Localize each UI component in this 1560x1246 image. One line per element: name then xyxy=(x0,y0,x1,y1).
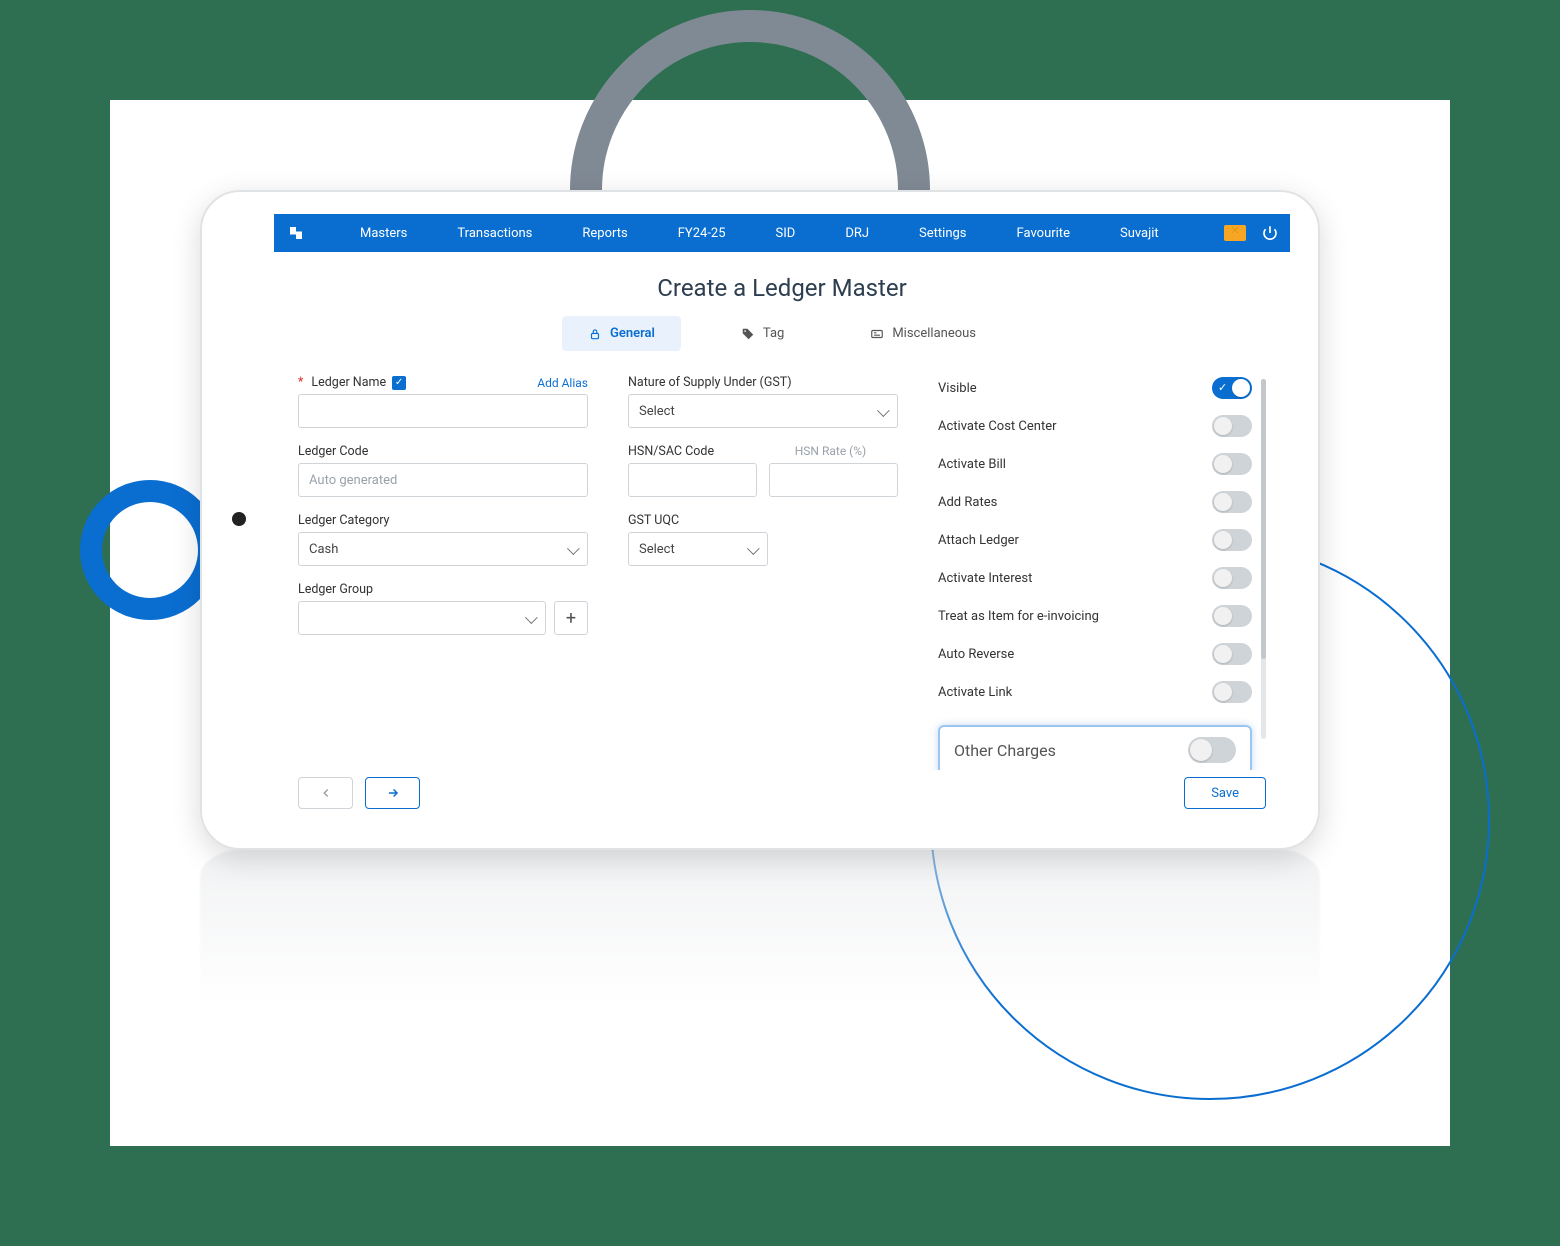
toggle-switch[interactable] xyxy=(1212,681,1252,703)
nav-drj[interactable]: DRJ xyxy=(823,226,891,241)
lock-icon xyxy=(588,327,602,341)
toggle-label: Treat as Item for e-invoicing xyxy=(938,609,1099,624)
hsn-rate-label: HSN Rate (%) xyxy=(763,444,898,459)
gst-uqc-label: GST UQC xyxy=(628,513,679,528)
tab-bar: General Tag Miscellaneous xyxy=(274,316,1290,351)
toggle-switch[interactable] xyxy=(1212,529,1252,551)
nav-transactions[interactable]: Transactions xyxy=(435,226,554,241)
power-icon[interactable] xyxy=(1260,223,1280,243)
prev-page-button[interactable] xyxy=(298,777,353,809)
nature-supply-label: Nature of Supply Under (GST) xyxy=(628,375,792,390)
card-icon xyxy=(870,327,884,341)
toggle-row-attach-ledger: Attach Ledger xyxy=(938,529,1252,551)
add-alias-link[interactable]: Add Alias xyxy=(537,376,588,390)
hsn-label: HSN/SAC Code xyxy=(628,444,763,459)
footer: Save xyxy=(274,770,1290,826)
app-logo-icon[interactable] xyxy=(284,221,308,245)
nature-supply-select[interactable]: Select xyxy=(628,394,898,428)
other-charges-label: Other Charges xyxy=(954,741,1056,760)
tablet-frame: Masters Transactions Reports FY24-25 SID… xyxy=(200,190,1320,850)
tablet-camera xyxy=(232,512,246,526)
toggle-list: Visible ✓ Activate Cost Center Activate Bil… xyxy=(938,375,1252,703)
toggle-label: Attach Ledger xyxy=(938,533,1019,548)
hsn-rate-input[interactable] xyxy=(769,463,898,497)
tab-tag-label: Tag xyxy=(763,326,784,341)
tablet-reflection xyxy=(200,850,1320,1004)
next-page-button[interactable] xyxy=(365,777,420,809)
toggle-row-activate-link: Activate Link xyxy=(938,681,1252,703)
toggle-switch[interactable] xyxy=(1212,453,1252,475)
ledger-name-label: Ledger Name xyxy=(311,375,386,390)
ledger-code-label: Ledger Code xyxy=(298,444,368,459)
tab-general-label: General xyxy=(610,326,655,341)
ledger-group-add-button[interactable]: + xyxy=(554,601,588,635)
tab-general[interactable]: General xyxy=(562,316,681,351)
ledger-name-checkbox[interactable] xyxy=(392,376,406,390)
toggle-switch[interactable] xyxy=(1212,491,1252,513)
toggle-row-auto-reverse: Auto Reverse xyxy=(938,643,1252,665)
toggle-label: Activate Interest xyxy=(938,571,1032,586)
toggle-row-activate-cost-center: Activate Cost Center xyxy=(938,415,1252,437)
save-button[interactable]: Save xyxy=(1184,777,1266,809)
toggle-label: Add Rates xyxy=(938,495,997,510)
toggle-label: Auto Reverse xyxy=(938,647,1014,662)
top-nav: Masters Transactions Reports FY24-25 SID… xyxy=(274,214,1290,252)
toggle-switch[interactable]: ✓ xyxy=(1212,377,1252,399)
nav-user[interactable]: Suvajit xyxy=(1098,226,1181,241)
arrow-left-icon xyxy=(319,786,333,800)
ledger-name-label-row: * Ledger Name Add Alias xyxy=(298,375,588,390)
nav-masters[interactable]: Masters xyxy=(338,226,429,241)
gst-uqc-select[interactable]: Select xyxy=(628,532,768,566)
arrow-right-icon xyxy=(386,786,400,800)
form-area: * Ledger Name Add Alias Ledger Code Auto… xyxy=(274,375,1290,770)
hsn-code-input[interactable] xyxy=(628,463,757,497)
decorative-ring-blue-small xyxy=(80,480,220,620)
nav-reports[interactable]: Reports xyxy=(560,226,649,241)
tab-tag[interactable]: Tag xyxy=(715,316,810,351)
nav-settings[interactable]: Settings xyxy=(897,226,988,241)
ledger-category-label: Ledger Category xyxy=(298,513,389,528)
toggle-row-treat-as-item-for-e-invoicing: Treat as Item for e-invoicing xyxy=(938,605,1252,627)
tag-icon xyxy=(741,327,755,341)
tab-misc[interactable]: Miscellaneous xyxy=(844,316,1002,351)
ledger-category-select[interactable]: Cash xyxy=(298,532,588,566)
form-col-middle: Nature of Supply Under (GST) Select HSN/… xyxy=(628,375,898,770)
nav-fy[interactable]: FY24-25 xyxy=(656,226,748,241)
toggle-switch[interactable] xyxy=(1212,643,1252,665)
ledger-group-label: Ledger Group xyxy=(298,582,373,597)
ledger-name-input[interactable] xyxy=(298,394,588,428)
toggle-switch[interactable] xyxy=(1212,567,1252,589)
form-col-right: Visible ✓ Activate Cost Center Activate Bil… xyxy=(938,375,1266,770)
toggle-row-add-rates: Add Rates xyxy=(938,491,1252,513)
toggle-row-activate-bill: Activate Bill xyxy=(938,453,1252,475)
page-title: Create a Ledger Master xyxy=(274,252,1290,316)
mail-icon[interactable] xyxy=(1224,225,1246,241)
nav-sid[interactable]: SID xyxy=(754,226,818,241)
required-asterisk: * xyxy=(298,375,303,390)
tab-misc-label: Miscellaneous xyxy=(892,326,976,341)
toggle-label: Visible xyxy=(938,381,977,396)
toggle-label: Activate Bill xyxy=(938,457,1006,472)
form-col-left: * Ledger Name Add Alias Ledger Code Auto… xyxy=(298,375,588,770)
toggle-switch[interactable] xyxy=(1212,605,1252,627)
toggle-row-visible: Visible ✓ xyxy=(938,377,1252,399)
other-charges-toggle[interactable] xyxy=(1188,737,1236,763)
toggle-label: Activate Link xyxy=(938,685,1012,700)
ledger-group-select[interactable] xyxy=(298,601,546,635)
other-charges-row: Other Charges xyxy=(938,725,1252,770)
app-screen: Masters Transactions Reports FY24-25 SID… xyxy=(274,214,1290,826)
ledger-code-input[interactable]: Auto generated xyxy=(298,463,588,497)
toggle-row-activate-interest: Activate Interest xyxy=(938,567,1252,589)
nav-favourite[interactable]: Favourite xyxy=(995,226,1092,241)
toggle-switch[interactable] xyxy=(1212,415,1252,437)
toggle-label: Activate Cost Center xyxy=(938,419,1057,434)
scrollbar-thumb[interactable] xyxy=(1261,379,1266,659)
